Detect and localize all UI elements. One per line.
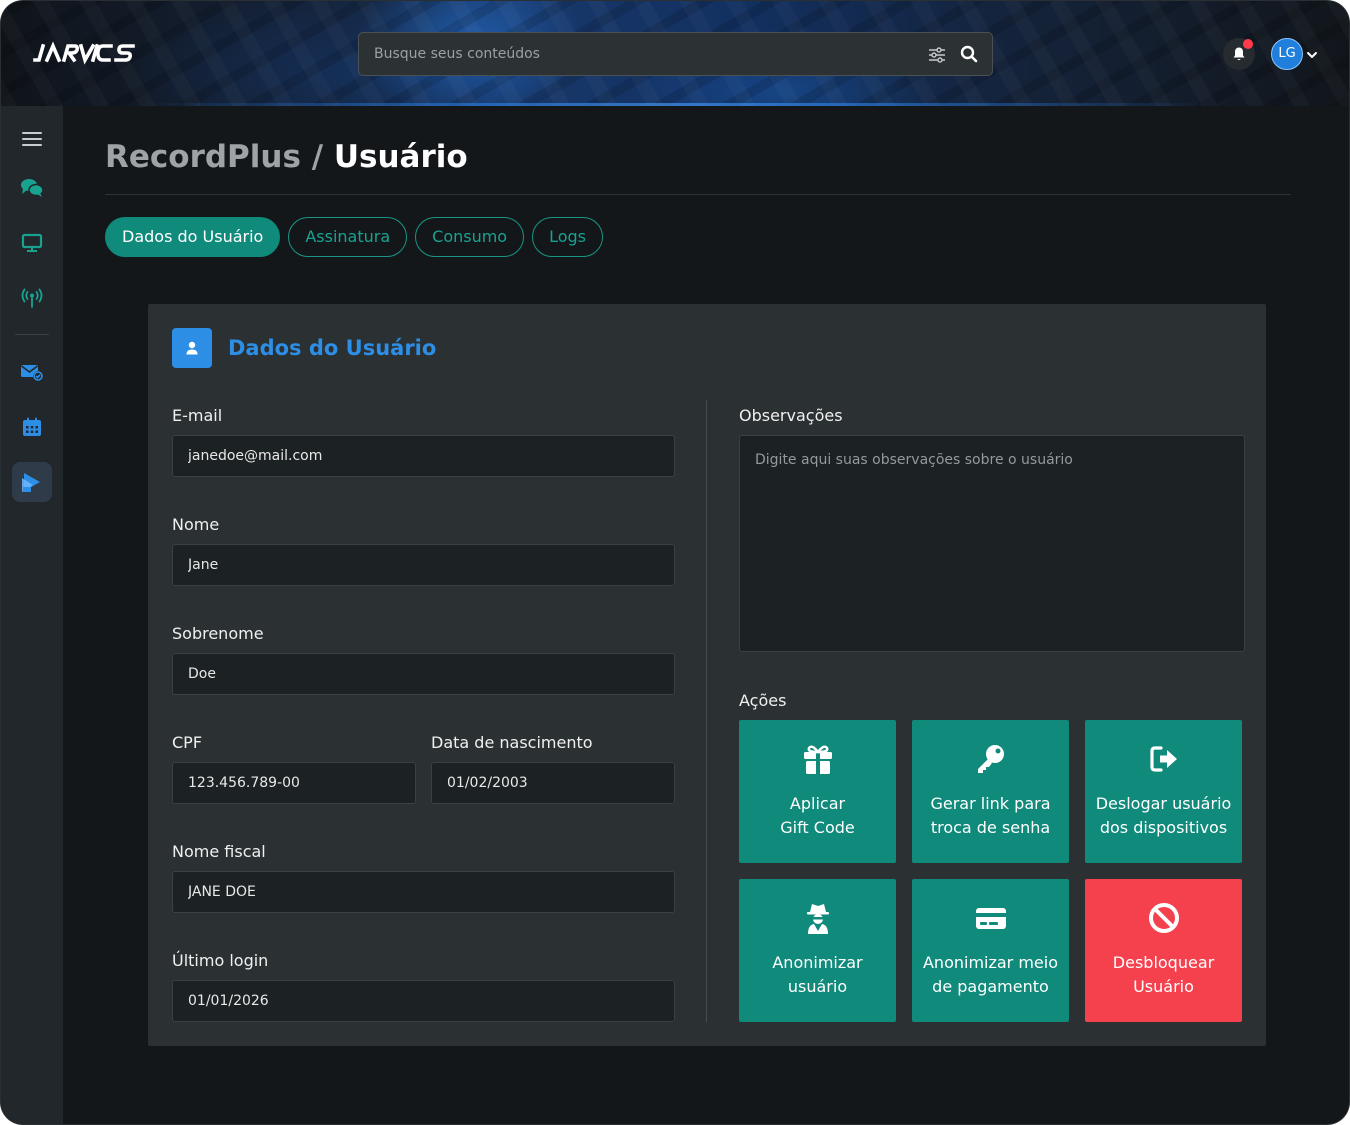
action-label: Anonimizar meio de pagamento [922, 953, 1059, 996]
cpf-label: CPF [172, 733, 203, 752]
user-icon [186, 341, 198, 355]
logout-icon [1149, 746, 1177, 772]
action-label: Anonimizar usuário [772, 953, 863, 996]
breadcrumb-current: Usuário [333, 139, 468, 175]
breadcrumb-separator: / [311, 139, 324, 175]
app-window: LG [1, 1, 1349, 1124]
action-label: Desbloquear Usuário [1112, 953, 1215, 996]
gift-icon [803, 745, 832, 774]
search-input[interactable] [359, 33, 914, 75]
top-bar: LG [1, 1, 1349, 106]
notifications-button[interactable] [1223, 38, 1255, 70]
tab-logs[interactable]: Logs [532, 217, 604, 257]
sidebar-divider [15, 334, 49, 335]
observacoes-label: Observações [739, 406, 843, 425]
nome-label: Nome [172, 515, 220, 534]
sidebar-item-broadcast[interactable] [12, 278, 52, 318]
tab-consumo[interactable]: Consumo [415, 217, 525, 257]
sidebar [1, 106, 63, 1124]
nome-field[interactable] [172, 544, 675, 586]
title-divider [105, 194, 1291, 195]
column-divider [706, 400, 707, 1022]
incognito-icon [806, 904, 829, 934]
user-avatar[interactable]: LG [1271, 38, 1303, 70]
observacoes-textarea[interactable] [739, 435, 1245, 652]
play-media-icon [22, 473, 40, 492]
bell-icon [1233, 47, 1245, 61]
tab-bar: Dados do Usuário Assinatura Consumo Logs [105, 217, 604, 257]
apply-gift-code-button[interactable]: Aplicar Gift Code [739, 720, 896, 863]
birthdate-label: Data de nascimento [431, 733, 593, 752]
action-label: Deslogar usuário dos dispositivos [1095, 794, 1232, 837]
email-field[interactable] [172, 435, 675, 477]
search-bar [358, 32, 993, 76]
logout-devices-button[interactable]: Deslogar usuário dos dispositivos [1085, 720, 1242, 863]
monitor-icon [21, 233, 43, 252]
notification-badge [1243, 39, 1253, 49]
nome-fiscal-label: Nome fiscal [172, 842, 266, 861]
ultimo-login-field[interactable] [172, 980, 675, 1022]
hamburger-menu-icon [22, 132, 42, 146]
sidebar-menu-toggle[interactable] [12, 119, 52, 159]
sidebar-item-mail-verified[interactable] [12, 352, 52, 392]
chat-bubbles-icon [21, 179, 44, 197]
tab-assinatura[interactable]: Assinatura [288, 217, 408, 257]
cpf-field[interactable] [172, 762, 416, 804]
chevron-down-icon[interactable] [1306, 46, 1318, 65]
action-label: Gerar link para troca de senha [930, 794, 1051, 837]
mail-check-icon [21, 365, 43, 381]
jarvics-logo-icon [33, 41, 135, 65]
anonymize-user-button[interactable]: Anonimizar usuário [739, 879, 896, 1022]
ultimo-login-label: Último login [172, 951, 269, 970]
app-logo[interactable] [33, 41, 137, 65]
unblock-user-button[interactable]: Desbloquear Usuário [1085, 879, 1242, 1022]
calendar-icon [23, 417, 41, 436]
breadcrumb-parent[interactable]: RecordPlus [105, 139, 301, 175]
tab-dados-do-usuario[interactable]: Dados do Usuário [105, 217, 281, 257]
sobrenome-field[interactable] [172, 653, 675, 695]
credit-card-icon [975, 908, 1006, 929]
key-icon [977, 745, 1004, 773]
generate-password-link-button[interactable]: Gerar link para troca de senha [912, 720, 1069, 863]
acoes-label: Ações [739, 691, 787, 710]
email-label: E-mail [172, 406, 223, 425]
birthdate-field[interactable] [431, 762, 675, 804]
broadcast-antenna-icon [21, 288, 43, 308]
sidebar-item-calendar[interactable] [12, 407, 52, 447]
sidebar-item-chat[interactable] [12, 168, 52, 208]
sidebar-item-monitor[interactable] [12, 223, 52, 263]
filter-sliders-icon[interactable] [927, 45, 947, 65]
page-title: RecordPlus / Usuário [105, 139, 468, 175]
action-label: Aplicar Gift Code [780, 794, 855, 837]
card-title: Dados do Usuário [228, 336, 437, 360]
card-header-icon-box [172, 328, 212, 368]
anonymize-payment-button[interactable]: Anonimizar meio de pagamento [912, 879, 1069, 1022]
user-data-card: Dados do Usuário E-mail Nome Sobrenome C… [148, 304, 1266, 1046]
ban-icon [1148, 903, 1179, 933]
sidebar-item-recordplus[interactable] [12, 462, 52, 502]
nome-fiscal-field[interactable] [172, 871, 675, 913]
search-icon[interactable] [959, 44, 979, 64]
sobrenome-label: Sobrenome [172, 624, 264, 643]
